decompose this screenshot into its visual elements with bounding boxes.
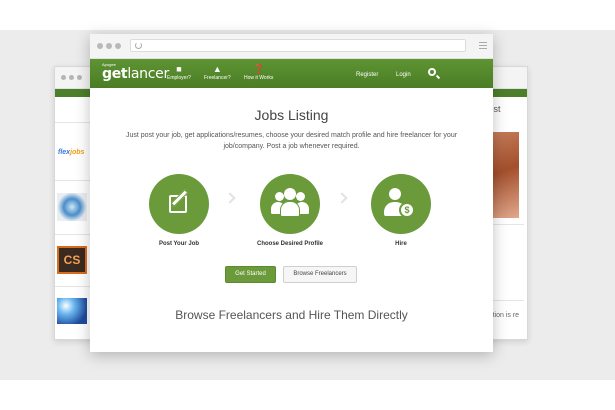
step-choose-profile[interactable]: Choose Desired Profile xyxy=(245,174,335,247)
page-title: Jobs Listing xyxy=(254,107,329,123)
users-icon xyxy=(260,174,320,234)
main-browser-window: Apogee getlancer ■ Employer? ▲ Freelance… xyxy=(90,34,493,352)
nav-how-it-works[interactable]: ❓ How it Works xyxy=(244,64,273,81)
hire-money-icon: $ xyxy=(371,174,431,234)
window-dots xyxy=(97,43,121,49)
background-thumbnail xyxy=(57,298,87,324)
background-divider xyxy=(55,234,91,235)
step-label: Post Your Job xyxy=(158,241,200,247)
chevron-right-icon xyxy=(224,192,236,204)
step-label: Choose Desired Profile xyxy=(256,241,324,247)
browse-freelancers-button[interactable]: Browse Freelancers xyxy=(283,266,357,283)
background-thumbnail xyxy=(57,193,87,221)
background-photo xyxy=(491,132,519,218)
section-subtitle: Browse Freelancers and Hire Them Directl… xyxy=(175,308,408,322)
reload-icon[interactable] xyxy=(135,42,142,49)
register-link[interactable]: Register xyxy=(356,72,378,78)
page-description: Just post your job, get applications/res… xyxy=(125,132,458,150)
step-label: Hire xyxy=(395,241,407,247)
briefcase-icon: ■ xyxy=(176,64,182,74)
nav-freelancer[interactable]: ▲ Freelancer? xyxy=(204,64,231,81)
nav-freelancer-label: Freelancer? xyxy=(204,75,231,81)
step-hire[interactable]: $ Hire xyxy=(356,174,446,247)
background-divider xyxy=(55,286,91,287)
flexjobs-logo: flexjobs xyxy=(58,149,85,156)
background-divider xyxy=(55,180,91,181)
search-icon[interactable] xyxy=(428,68,436,76)
nav-employer[interactable]: ■ Employer? xyxy=(167,64,191,81)
chevron-right-icon xyxy=(336,192,348,204)
background-thumbnail-cs: CS xyxy=(57,246,87,274)
question-icon: ❓ xyxy=(253,64,265,74)
site-navbar: Apogee getlancer ■ Employer? ▲ Freelance… xyxy=(90,59,493,88)
browser-chrome xyxy=(90,34,493,59)
hamburger-menu-icon[interactable] xyxy=(479,42,487,51)
window-dots xyxy=(61,75,82,80)
url-bar[interactable] xyxy=(130,39,466,52)
edit-icon xyxy=(149,174,209,234)
background-divider xyxy=(55,122,91,123)
nav-employer-label: Employer? xyxy=(167,75,191,81)
brand-name: getlancer xyxy=(102,66,169,82)
brand-logo[interactable]: Apogee getlancer xyxy=(102,62,169,81)
step-post-job[interactable]: Post Your Job xyxy=(134,174,224,247)
get-started-button[interactable]: Get Started xyxy=(225,266,276,283)
user-icon: ▲ xyxy=(212,64,222,74)
nav-how-it-works-label: How it Works xyxy=(244,75,274,81)
login-link[interactable]: Login xyxy=(396,72,411,78)
main-content: Jobs Listing Just post your job, get app… xyxy=(90,88,493,352)
